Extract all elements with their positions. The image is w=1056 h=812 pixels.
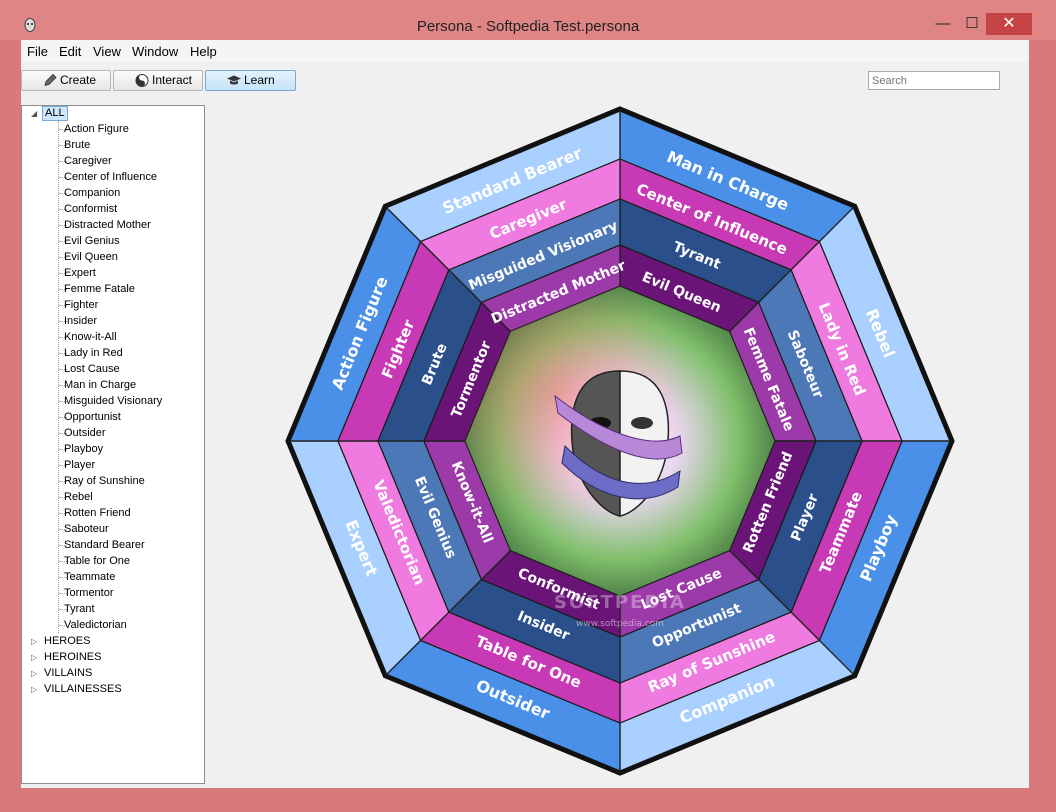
tree-item[interactable]: Expert [64,267,96,279]
tree-item[interactable]: Lady in Red [64,347,123,359]
tree-item[interactable]: Tormentor [64,587,114,599]
tree-item[interactable]: Valedictorian [64,619,127,631]
tree-item[interactable]: Lost Cause [64,363,120,375]
tree-item[interactable]: Player [64,459,95,471]
tree-group[interactable]: HEROINES [44,651,101,663]
tree-item[interactable]: Companion [64,187,120,199]
tree-item[interactable]: Outsider [64,427,106,439]
tree-item[interactable]: Femme Fatale [64,283,135,295]
tree-item[interactable]: Action Figure [64,123,129,135]
tree-item[interactable]: Standard Bearer [64,539,145,551]
close-button[interactable]: ✕ [986,13,1032,35]
tree-expand-icon[interactable]: ◢ [31,109,37,118]
persona-tree[interactable]: ◢ ALL Action Figure Brute Caregiver Center … [21,105,205,784]
create-button[interactable]: Create [21,70,111,91]
menu-bar: File Edit View Window Help [21,40,1029,62]
tree-item[interactable]: Evil Genius [64,235,120,247]
menu-edit[interactable]: Edit [59,44,81,59]
tree-guide-line [58,121,59,633]
tree-item[interactable]: Brute [64,139,90,151]
tree-item[interactable]: Man in Charge [64,379,136,391]
tree-item[interactable]: Table for One [64,555,130,567]
tree-group[interactable]: VILLAINESSES [44,683,122,695]
tree-collapse-icon[interactable]: ▷ [31,685,37,694]
window-title: Persona - Softpedia Test.persona [416,18,640,35]
tree-item[interactable]: Evil Queen [64,251,118,263]
softpedia-url: www.softpedia.com [576,619,664,629]
tree-item[interactable]: Opportunist [64,411,121,423]
tree-item[interactable]: Misguided Visionary [64,395,162,407]
tree-item[interactable]: Ray of Sunshine [64,475,145,487]
app-window: Persona - Softpedia Test.persona — ☐ ✕ F… [0,0,1056,812]
tree-group[interactable]: VILLAINS [44,667,92,679]
tree-item[interactable]: Caregiver [64,155,112,167]
tree-item[interactable]: Center of Influence [64,171,157,183]
yin-yang-icon [135,74,149,87]
tree-item[interactable]: Saboteur [64,523,109,535]
tree-item[interactable]: Rotten Friend [64,507,131,519]
mask-eye-right [631,417,653,429]
tree-item[interactable]: Playboy [64,443,103,455]
persona-wheel[interactable]: SOFTPEDIAwww.softpedia.com Man in Charge… [267,68,957,778]
tree-collapse-icon[interactable]: ▷ [31,653,37,662]
tree-item[interactable]: Conformist [64,203,117,215]
tree-item[interactable]: Know-it-All [64,331,117,343]
tree-item[interactable]: Insider [64,315,97,327]
interact-button[interactable]: Interact [113,70,203,91]
tree-root-all[interactable]: ALL [42,106,68,121]
menu-view[interactable]: View [93,44,121,59]
tree-group[interactable]: HEROES [44,635,90,647]
menu-file[interactable]: File [27,44,48,59]
tree-collapse-icon[interactable]: ▷ [31,637,37,646]
minimize-button[interactable]: — [928,13,958,35]
title-bar[interactable]: Persona - Softpedia Test.persona — ☐ ✕ [0,0,1056,40]
menu-window[interactable]: Window [132,44,178,59]
menu-help[interactable]: Help [190,44,217,59]
tree-item[interactable]: Fighter [64,299,98,311]
tree-item[interactable]: Teammate [64,571,115,583]
tree-item[interactable]: Distracted Mother [64,219,151,231]
tree-item[interactable]: Tyrant [64,603,95,615]
graduation-cap-icon [227,75,241,85]
tree-item[interactable]: Rebel [64,491,93,503]
pencil-icon [44,73,57,87]
tree-collapse-icon[interactable]: ▷ [31,669,37,678]
maximize-button[interactable]: ☐ [957,13,987,35]
